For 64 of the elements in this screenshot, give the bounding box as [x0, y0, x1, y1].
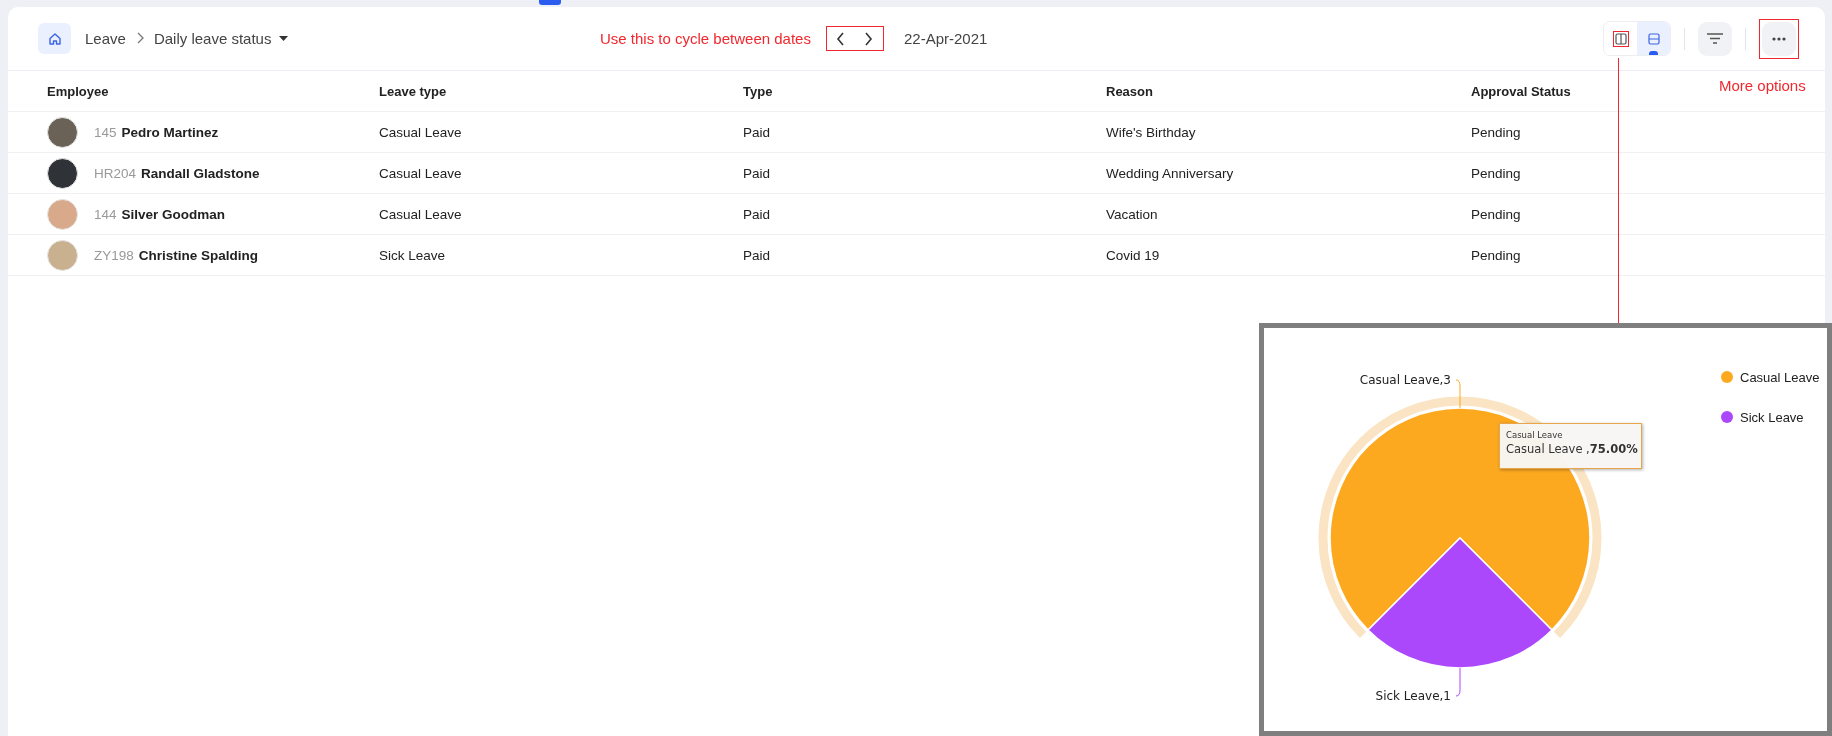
- tooltip-title: Casual Leave: [1506, 430, 1564, 440]
- breadcrumb-link[interactable]: Leave: [85, 30, 126, 47]
- avatar-placeholder: [47, 157, 78, 189]
- pie-slice[interactable]: [1367, 537, 1553, 669]
- breadcrumb-dropdown[interactable]: Daily leave status: [153, 30, 289, 47]
- avatar-placeholder: [47, 116, 78, 148]
- legend-label[interactable]: Casual Leave: [1740, 369, 1820, 385]
- leader-line: [1455, 379, 1461, 409]
- table-cell-text: Paid: [743, 206, 772, 222]
- data-label: Sick Leave,1: [1375, 689, 1451, 703]
- date-label: 22-Apr-2021: [903, 30, 988, 47]
- column-header: Type: [743, 83, 773, 99]
- next-date-button[interactable]: [864, 31, 874, 46]
- table-cell-text: Casual Leave: [379, 165, 463, 181]
- view-toggle-button[interactable]: [1637, 22, 1670, 55]
- employee-name: Pedro Martinez: [121, 124, 219, 140]
- employee-id: HR204: [94, 165, 137, 181]
- table-cell-text: Pending: [1471, 247, 1522, 263]
- previous-date-button[interactable]: [836, 31, 846, 46]
- data-label: Casual Leave,3: [1359, 373, 1451, 387]
- active-tab-indicator: [539, 0, 561, 5]
- employee-id: ZY198: [94, 247, 134, 263]
- table-cell-text: Covid 19: [1106, 247, 1161, 263]
- home-button[interactable]: [38, 23, 71, 54]
- table-cell-text: Paid: [743, 124, 772, 140]
- employee-name: Christine Spalding: [138, 247, 259, 263]
- table-cell-text: Wife's Birthday: [1106, 124, 1197, 140]
- employee-name: Randall Gladstone: [141, 165, 260, 181]
- column-header: Approval Status: [1471, 83, 1571, 99]
- filter-button[interactable]: [1698, 21, 1732, 56]
- employee-id: 144: [94, 206, 117, 222]
- legend-dot: [1721, 371, 1733, 383]
- caret-down-icon: [279, 36, 289, 41]
- table-cell-text: Sick Leave: [379, 247, 447, 263]
- chevron-right-icon: [135, 32, 144, 44]
- employee-id: 145: [94, 124, 117, 140]
- table-cell-text: Pending: [1471, 206, 1522, 222]
- table-cell-text: Pending: [1471, 165, 1522, 181]
- column-header: Employee: [47, 83, 109, 99]
- chevron-left-icon: [836, 31, 846, 46]
- table-cell-text: Casual Leave: [379, 124, 463, 140]
- table-cell-text: Paid: [743, 247, 772, 263]
- table-cell-text: Paid: [743, 165, 772, 181]
- annotation-text: Use this to cycle between dates: [600, 30, 811, 47]
- chevron-right-icon: [864, 31, 874, 46]
- employee-name: Silver Goodman: [121, 206, 226, 222]
- more-options-button[interactable]: [1762, 21, 1796, 56]
- legend-label[interactable]: Sick Leave: [1740, 409, 1804, 425]
- legend-dot: [1721, 411, 1733, 423]
- table-cell-text: Casual Leave: [379, 206, 463, 222]
- avatar-placeholder: [47, 198, 78, 230]
- annotation-text: More options: [1719, 77, 1806, 94]
- rows-icon: [1647, 32, 1660, 45]
- column-header: Reason: [1106, 83, 1153, 99]
- table-cell-text: Wedding Anniversary: [1106, 165, 1235, 181]
- table-cell-text: Pending: [1471, 124, 1522, 140]
- leader-line: [1455, 667, 1461, 697]
- avatar-placeholder: [47, 239, 78, 271]
- column-header: Leave type: [379, 83, 447, 99]
- columns-icon: [1614, 32, 1627, 45]
- filter-icon: [1707, 33, 1723, 44]
- home-icon: [47, 31, 62, 46]
- more-icon: [1772, 36, 1786, 41]
- table-cell-text: Vacation: [1106, 206, 1159, 222]
